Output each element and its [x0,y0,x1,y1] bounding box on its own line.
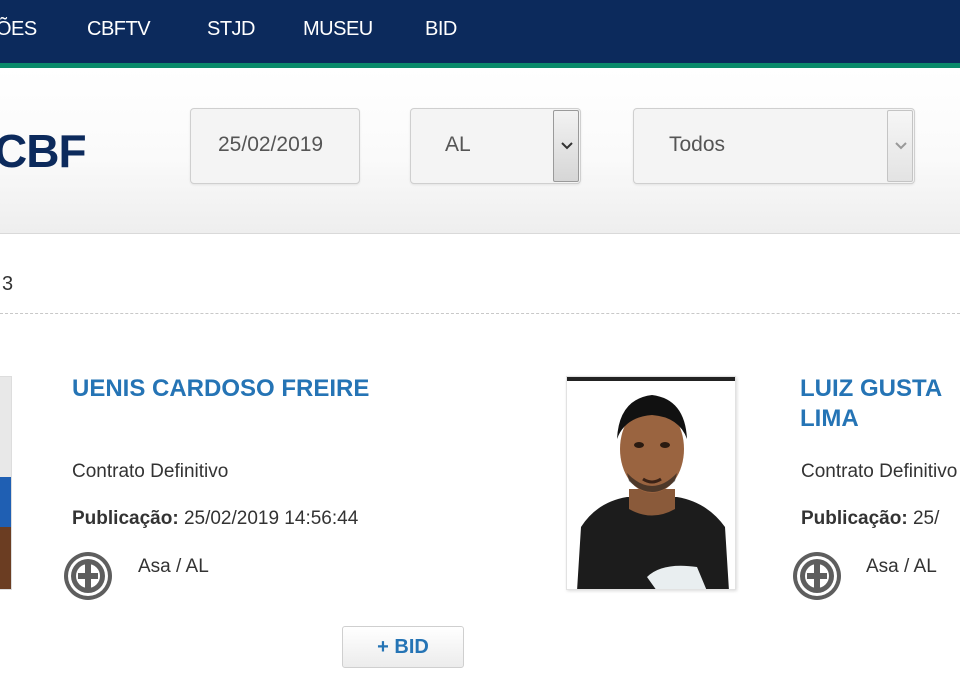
publication-line: Publicação: 25/ [801,508,939,530]
filter-header: CBF 25/02/2019 AL Todos [0,68,960,234]
cbf-logo[interactable]: CBF [0,124,87,178]
results-count: 3 [2,273,14,295]
club-select[interactable]: Todos [633,108,915,184]
player-name[interactable]: LUIZ GUSTA LIMA [800,374,942,434]
state-select[interactable]: AL [410,108,581,184]
date-input-value: 25/02/2019 [218,133,324,156]
state-select-chevron-down-icon[interactable] [553,110,579,182]
player-name-line2: LIMA [800,405,859,432]
publication-line: Publicação: 25/02/2019 14:56:44 [72,508,358,530]
player-name-line1: LUIZ GUSTA [800,375,943,402]
publication-label: Publicação: [72,508,179,529]
nav-item-competicoes[interactable]: ÕES [0,18,37,41]
player-photo [0,376,12,590]
publication-label: Publicação: [801,508,908,529]
nav-item-cbftv[interactable]: CBFTV [87,18,151,41]
club-name: Asa / AL [866,556,937,577]
nav-item-stjd[interactable]: STJD [207,18,256,41]
club-select-value: Todos [669,133,726,156]
club-crest-icon [64,552,112,600]
club-name: Asa / AL [138,556,209,577]
club-select-chevron-down-icon[interactable] [887,110,913,182]
top-navigation: ÕES CBFTV STJD MUSEU BID [0,0,960,68]
divider [0,313,960,314]
date-input[interactable]: 25/02/2019 [190,108,360,184]
nav-item-bid[interactable]: BID [425,18,457,41]
player-photo [566,376,736,590]
contract-type: Contrato Definitivo [801,461,958,482]
nav-item-museu[interactable]: MUSEU [303,18,373,41]
publication-value: 25/ [912,508,940,529]
player-name[interactable]: UENIS CARDOSO FREIRE [72,374,369,404]
club-crest-icon [793,552,841,600]
state-select-value: AL [445,133,471,156]
player-portrait-image [567,377,735,589]
publication-value: 25/02/2019 14:56:44 [183,508,359,529]
player-photo-arm [0,527,11,589]
bid-button[interactable]: + BID [342,626,464,668]
contract-type: Contrato Definitivo [72,461,229,482]
